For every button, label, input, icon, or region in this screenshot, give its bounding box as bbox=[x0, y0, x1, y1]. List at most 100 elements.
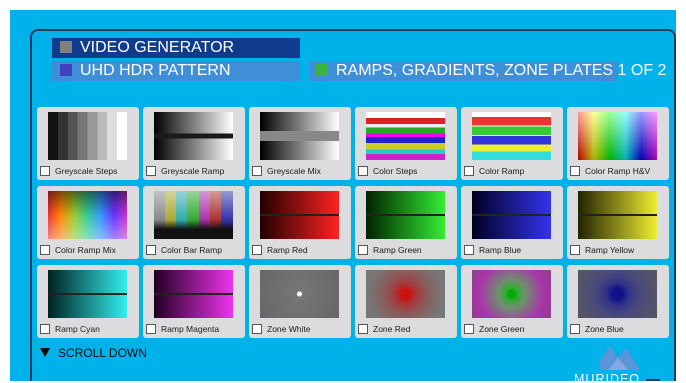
pattern-tile[interactable]: Color Steps bbox=[355, 107, 457, 180]
pattern-checkbox[interactable] bbox=[146, 245, 156, 255]
ramp-blue-thumbnail bbox=[472, 191, 551, 239]
pattern-checkbox[interactable] bbox=[358, 324, 368, 334]
greyscale-ramp-thumbnail bbox=[154, 112, 233, 160]
pattern-checkbox[interactable] bbox=[358, 245, 368, 255]
pattern-checkbox[interactable] bbox=[252, 324, 262, 334]
greyscale-mix-thumbnail bbox=[260, 112, 339, 160]
pattern-label: Zone Blue bbox=[585, 324, 624, 334]
ramp-red-thumbnail bbox=[260, 191, 339, 239]
pattern-label: Color Ramp Mix bbox=[55, 245, 116, 255]
pattern-tile[interactable]: Ramp Red bbox=[249, 186, 351, 259]
pattern-tile[interactable]: Ramp Cyan bbox=[37, 265, 139, 338]
pattern-label-row: Zone Red bbox=[358, 324, 455, 336]
pattern-tile[interactable]: Zone Blue bbox=[567, 265, 669, 338]
ramp-magenta-thumbnail bbox=[154, 270, 233, 318]
pattern-checkbox[interactable] bbox=[358, 166, 368, 176]
pattern-label: Greyscale Steps bbox=[55, 166, 118, 176]
ramp-cyan-thumbnail bbox=[48, 270, 127, 318]
pattern-checkbox[interactable] bbox=[146, 324, 156, 334]
pattern-checkbox[interactable] bbox=[40, 245, 50, 255]
pattern-label: Ramp Cyan bbox=[55, 324, 100, 334]
pattern-tile[interactable]: Color Ramp H&V bbox=[567, 107, 669, 180]
scroll-down-label: SCROLL DOWN bbox=[58, 346, 147, 360]
pattern-label: Color Ramp bbox=[479, 166, 525, 176]
pattern-checkbox[interactable] bbox=[40, 166, 50, 176]
pattern-checkbox[interactable] bbox=[252, 166, 262, 176]
pattern-label: Color Bar Ramp bbox=[161, 245, 222, 255]
brand-logo: MURIDEO bbox=[570, 340, 660, 381]
pattern-checkbox[interactable] bbox=[40, 324, 50, 334]
pattern-label-row: Color Bar Ramp bbox=[146, 245, 243, 257]
pattern-label: Zone Red bbox=[373, 324, 411, 334]
pattern-label-row: Zone Blue bbox=[570, 324, 667, 336]
pattern-tile[interactable]: Zone White bbox=[249, 265, 351, 338]
category-title: RAMPS, GRADIENTS, ZONE PLATES 1 OF 2 bbox=[336, 62, 667, 79]
pattern-tile[interactable]: Ramp Blue bbox=[461, 186, 563, 259]
pattern-label-row: Color Ramp Mix bbox=[40, 245, 137, 257]
pattern-label: Ramp Magenta bbox=[161, 324, 220, 334]
ramp-yellow-thumbnail bbox=[578, 191, 657, 239]
grey-square-icon bbox=[60, 41, 72, 53]
pattern-tile[interactable]: Ramp Green bbox=[355, 186, 457, 259]
color-ramp-mix-thumbnail bbox=[48, 191, 127, 239]
pattern-tile[interactable]: Color Ramp Mix bbox=[37, 186, 139, 259]
color-bar-ramp-thumbnail bbox=[154, 191, 233, 239]
pattern-tile[interactable]: Greyscale Steps bbox=[37, 107, 139, 180]
pattern-label-row: Greyscale Ramp bbox=[146, 166, 243, 178]
pattern-tile[interactable]: Ramp Yellow bbox=[567, 186, 669, 259]
pattern-tile[interactable]: Ramp Magenta bbox=[143, 265, 245, 338]
pattern-tile[interactable]: Greyscale Mix bbox=[249, 107, 351, 180]
zone-red-thumbnail bbox=[366, 270, 445, 318]
pattern-label: Color Steps bbox=[373, 166, 418, 176]
scroll-down-indicator[interactable]: SCROLL DOWN bbox=[40, 346, 147, 360]
pattern-label-row: Ramp Magenta bbox=[146, 324, 243, 336]
pattern-checkbox[interactable] bbox=[570, 166, 580, 176]
pattern-label-row: Ramp Yellow bbox=[570, 245, 667, 257]
pattern-label-row: Zone Green bbox=[464, 324, 561, 336]
pattern-tile[interactable]: Zone Green bbox=[461, 265, 563, 338]
pattern-label: Ramp Red bbox=[267, 245, 308, 255]
pattern-tile[interactable]: Greyscale Ramp bbox=[143, 107, 245, 180]
header-subtitle: UHD HDR PATTERN bbox=[80, 62, 231, 79]
pattern-label-row: Ramp Cyan bbox=[40, 324, 137, 336]
zone-green-thumbnail bbox=[472, 270, 551, 318]
pattern-tile[interactable]: Color Ramp bbox=[461, 107, 563, 180]
pattern-label-row: Color Steps bbox=[358, 166, 455, 178]
blue-square-icon bbox=[60, 64, 72, 76]
pattern-label-row: Zone White bbox=[252, 324, 349, 336]
pattern-checkbox[interactable] bbox=[252, 245, 262, 255]
pattern-checkbox[interactable] bbox=[146, 166, 156, 176]
pattern-label-row: Ramp Green bbox=[358, 245, 455, 257]
header-title-bar: VIDEO GENERATOR bbox=[52, 38, 300, 58]
zone-blue-thumbnail bbox=[578, 270, 657, 318]
pattern-label-row: Ramp Blue bbox=[464, 245, 561, 257]
category-bar[interactable]: RAMPS, GRADIENTS, ZONE PLATES 1 OF 2 bbox=[310, 61, 666, 81]
pattern-label: Ramp Yellow bbox=[585, 245, 635, 255]
pattern-label-row: Greyscale Steps bbox=[40, 166, 137, 178]
pattern-checkbox[interactable] bbox=[464, 324, 474, 334]
pattern-screen: VIDEO GENERATOR UHD HDR PATTERN RAMPS, G… bbox=[10, 10, 676, 381]
triangle-down-icon bbox=[40, 348, 50, 357]
pattern-checkbox[interactable] bbox=[464, 166, 474, 176]
brand-name: MURIDEO bbox=[574, 372, 641, 381]
pattern-label: Zone White bbox=[267, 324, 311, 334]
pattern-checkbox[interactable] bbox=[464, 245, 474, 255]
pattern-label-row: Color Ramp bbox=[464, 166, 561, 178]
greyscale-steps-thumbnail bbox=[48, 112, 127, 160]
color-ramp-hv-thumbnail bbox=[578, 112, 657, 160]
pattern-tile[interactable]: Color Bar Ramp bbox=[143, 186, 245, 259]
pattern-label: Ramp Green bbox=[373, 245, 422, 255]
pattern-checkbox[interactable] bbox=[570, 245, 580, 255]
pattern-tile[interactable]: Zone Red bbox=[355, 265, 457, 338]
pattern-checkbox[interactable] bbox=[570, 324, 580, 334]
header-subtitle-bar[interactable]: UHD HDR PATTERN bbox=[52, 61, 300, 81]
zone-white-thumbnail bbox=[260, 270, 339, 318]
color-steps-thumbnail bbox=[366, 112, 445, 160]
header-title: VIDEO GENERATOR bbox=[80, 39, 235, 56]
pattern-label: Ramp Blue bbox=[479, 245, 522, 255]
pattern-label: Zone Green bbox=[479, 324, 525, 334]
pattern-label: Greyscale Ramp bbox=[161, 166, 225, 176]
pattern-label: Greyscale Mix bbox=[267, 166, 321, 176]
green-square-icon bbox=[316, 64, 328, 76]
pattern-label-row: Color Ramp H&V bbox=[570, 166, 667, 178]
